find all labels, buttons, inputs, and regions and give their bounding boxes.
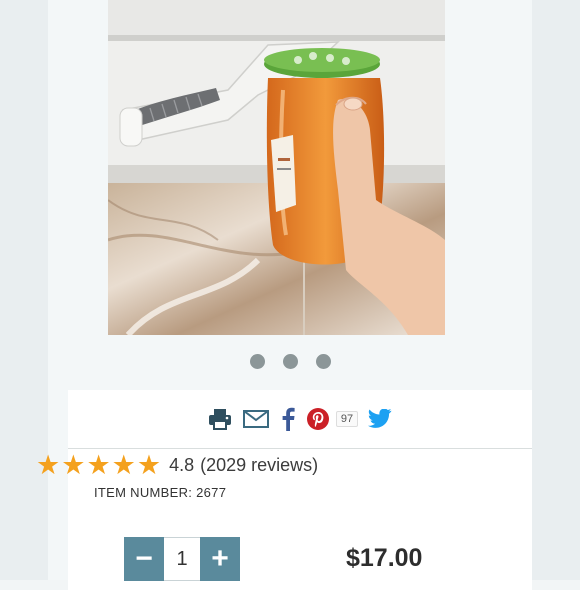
pinterest-icon[interactable] bbox=[306, 407, 330, 431]
quantity-input[interactable]: 1 bbox=[164, 537, 200, 581]
star-icon: ★ bbox=[61, 449, 86, 480]
star-icon: ★ bbox=[36, 449, 61, 480]
twitter-icon[interactable] bbox=[368, 409, 392, 429]
carousel-dot[interactable] bbox=[249, 354, 265, 369]
product-image[interactable] bbox=[108, 0, 445, 335]
pin-count: 97 bbox=[335, 411, 359, 427]
star-icon: ★ bbox=[111, 449, 136, 480]
quantity-stepper: − 1 + bbox=[124, 537, 240, 581]
rating-row[interactable]: ★ ★ ★ ★ ★ 4.8 (2029 reviews) bbox=[36, 450, 318, 480]
card-divider bbox=[68, 448, 532, 449]
carousel-dot[interactable] bbox=[315, 354, 331, 369]
page-margin-left bbox=[0, 0, 48, 580]
carousel-dots bbox=[0, 354, 580, 369]
share-bar: 97 bbox=[68, 390, 532, 448]
star-rating: ★ ★ ★ ★ ★ bbox=[36, 449, 162, 480]
page-margin-right bbox=[532, 0, 580, 580]
print-icon[interactable] bbox=[208, 408, 232, 430]
star-icon: ★ bbox=[136, 449, 162, 480]
item-number: ITEM NUMBER: 2677 bbox=[94, 485, 227, 500]
star-icon: ★ bbox=[86, 449, 111, 480]
increase-quantity-button[interactable]: + bbox=[200, 537, 240, 581]
rating-score: 4.8 bbox=[169, 454, 195, 475]
review-count-link[interactable]: (2029 reviews) bbox=[200, 455, 318, 475]
decrease-quantity-button[interactable]: − bbox=[124, 537, 164, 581]
email-icon[interactable] bbox=[242, 408, 270, 430]
rating-summary: 4.8 (2029 reviews) bbox=[169, 455, 318, 476]
carousel-dot[interactable] bbox=[282, 354, 298, 369]
price: $17.00 bbox=[346, 544, 423, 572]
facebook-icon[interactable] bbox=[280, 407, 296, 431]
